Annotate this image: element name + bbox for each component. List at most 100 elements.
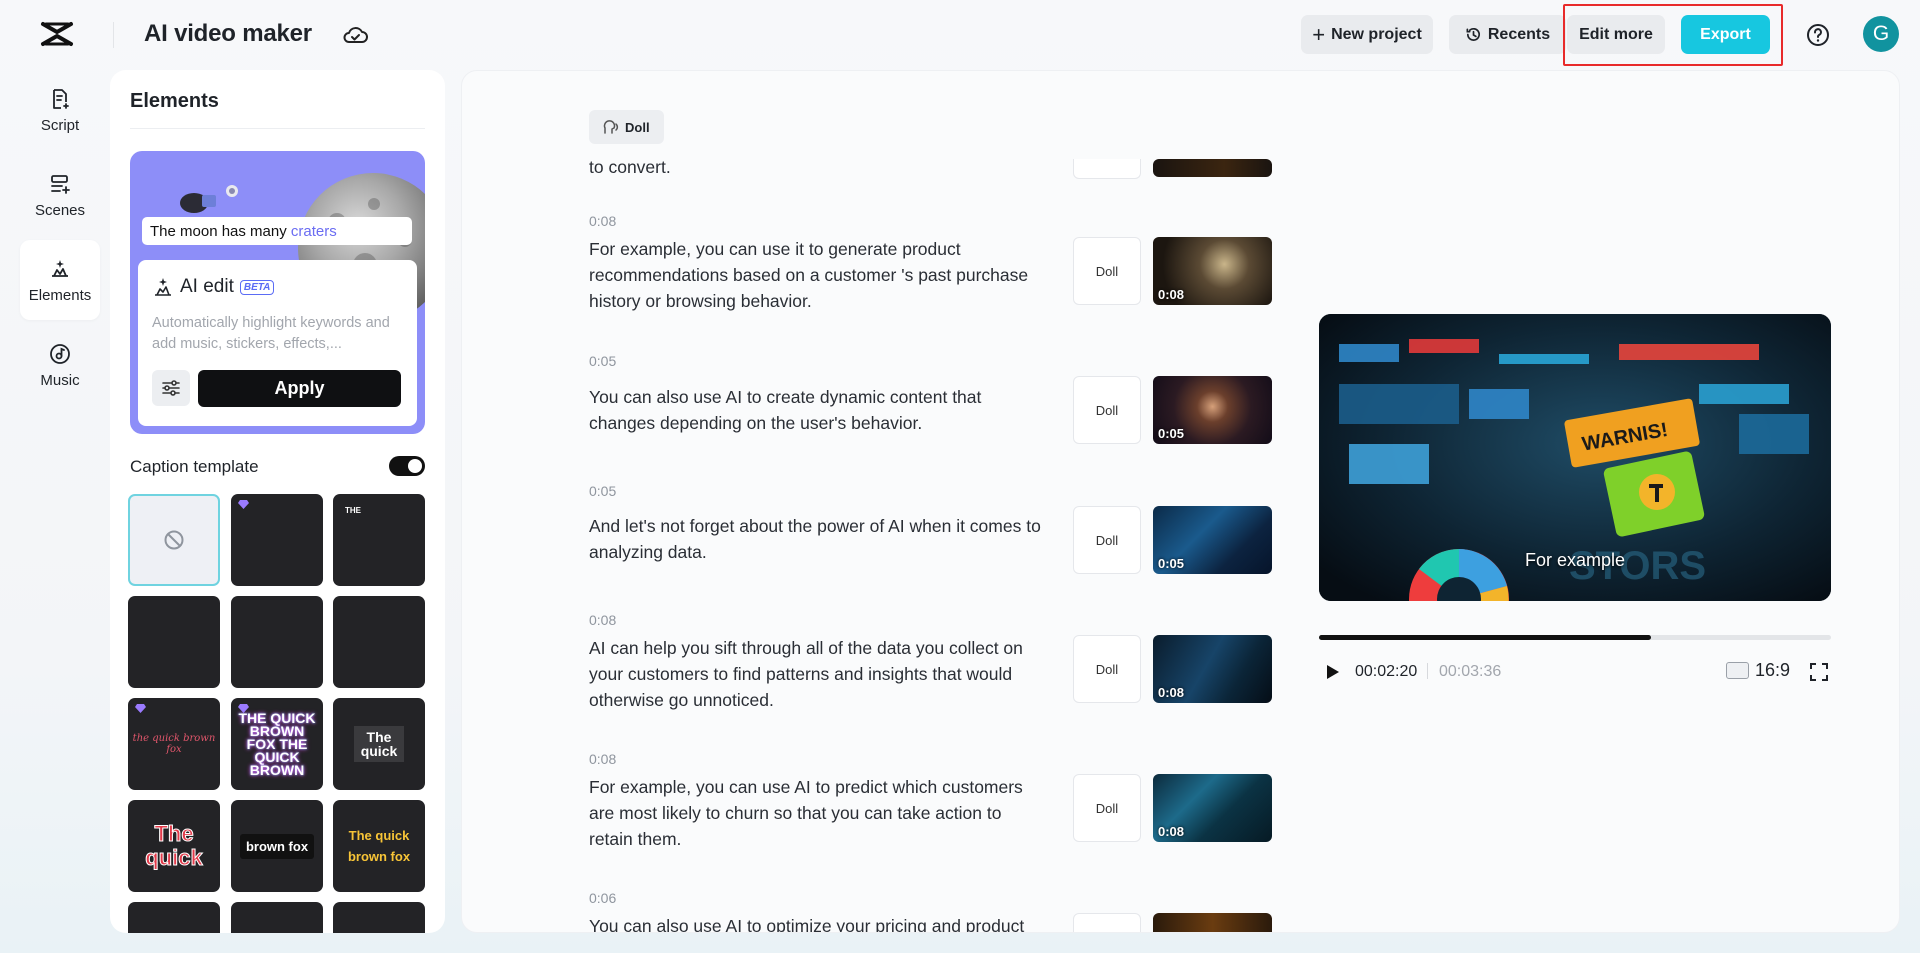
caption-template-item[interactable] (333, 902, 425, 933)
caption-template-toggle[interactable] (389, 456, 425, 476)
promo-caption: The moon has many craters (142, 217, 412, 245)
caption-template-label: Caption template (130, 457, 259, 476)
caption-template-item[interactable] (231, 596, 323, 688)
voice-box-partial[interactable] (1073, 159, 1141, 179)
rail-item-script[interactable]: Script (20, 70, 100, 150)
astronaut-icon (180, 185, 238, 213)
template-preview-text: The quick (145, 821, 203, 870)
caption-template-item[interactable]: The quick brown fox (333, 800, 425, 892)
promo-caption-highlight: craters (290, 223, 337, 240)
clock-history-icon (1466, 27, 1480, 41)
scenes-icon (51, 174, 70, 194)
preview-caption: For example (1524, 550, 1626, 570)
template-preview-text: THE (345, 506, 361, 515)
apply-button[interactable]: Apply (198, 370, 401, 407)
caption-template-item[interactable]: The quick (128, 800, 220, 892)
scene-text[interactable]: AI can help you sift through all of the … (589, 635, 1049, 713)
caption-template-item[interactable] (231, 494, 323, 586)
rail-label-scenes: Scenes (34, 201, 86, 219)
scene-voice-box[interactable]: Doll (1073, 774, 1141, 842)
scene-text[interactable]: And let's not forget about the power of … (589, 513, 1049, 565)
thumbnail-duration: 0:08 (1158, 824, 1185, 839)
playback-progress-bar[interactable] (1319, 635, 1831, 640)
music-icon (50, 343, 70, 364)
total-time: 00:03:36 (1439, 663, 1502, 680)
promo-caption-text: The moon has many (150, 223, 291, 240)
scene-thumbnail[interactable]: 0:08 (1153, 635, 1272, 703)
script-editor: Doll to convert. 0:08 For example, you c… (461, 70, 1900, 933)
ai-edit-settings-button[interactable] (152, 370, 190, 406)
caption-template-item[interactable] (231, 902, 323, 933)
caption-template-item[interactable]: The quick (333, 698, 425, 790)
caption-template-item[interactable]: the quick brown fox (128, 698, 220, 790)
rail-item-music[interactable]: Music (20, 325, 100, 405)
current-time: 00:02:20 (1355, 663, 1418, 680)
thumbnail-duration: 0:08 (1158, 287, 1185, 302)
scene-voice-box[interactable]: Doll (1073, 635, 1141, 703)
scene-thumbnail[interactable]: 0:05 (1153, 376, 1272, 444)
rail-item-scenes[interactable]: Scenes (20, 155, 100, 235)
ai-edit-header: AI edit BETA (152, 276, 275, 298)
cloud-sync-icon[interactable] (341, 22, 369, 48)
video-preview[interactable]: WARNIS! STORS For example (1319, 314, 1831, 601)
scene-text[interactable]: For example, you can use AI to predict w… (589, 774, 1049, 852)
new-project-label: New project (1331, 25, 1422, 43)
scene-thumbnail[interactable] (1153, 913, 1272, 932)
caption-template-item[interactable]: THE QUICK BROWN FOX THE QUICK BROWN (231, 698, 323, 790)
aspect-ratio-label: 16:9 (1755, 660, 1791, 680)
premium-gem-icon (135, 704, 146, 713)
sparkle-edit-icon (155, 278, 171, 296)
scene-voice-box[interactable] (1073, 913, 1141, 932)
panel-divider (130, 128, 425, 129)
play-icon[interactable] (1323, 663, 1341, 681)
template-preview-text: the quick brown fox (132, 733, 216, 755)
aspect-ratio-icon (1726, 662, 1749, 679)
scene-voice-box[interactable]: Doll (1073, 237, 1141, 305)
scene-duration: 0:05 (589, 483, 617, 499)
caption-template-item[interactable] (128, 596, 220, 688)
scene-voice-box[interactable]: Doll (1073, 376, 1141, 444)
scene-text[interactable]: You can also use AI to create dynamic co… (589, 384, 1049, 436)
plus-icon: + (1312, 21, 1326, 47)
caption-template-none[interactable] (128, 494, 220, 586)
edit-more-button[interactable]: Edit more (1567, 15, 1665, 54)
user-avatar[interactable]: G (1863, 16, 1899, 52)
recents-label: Recents (1487, 25, 1551, 43)
capcut-logo-icon[interactable] (40, 19, 74, 49)
scene-thumbnail[interactable]: 0:05 (1153, 506, 1272, 574)
thumbnail-duration: 0:05 (1158, 426, 1185, 441)
scene-duration: 0:05 (589, 353, 617, 369)
scene-thumbnail[interactable]: 0:08 (1153, 237, 1272, 305)
voice-selector[interactable]: Doll (589, 110, 664, 144)
template-preview-text: The quick brown fox (347, 828, 411, 864)
new-project-button[interactable]: + New project (1301, 15, 1433, 54)
caption-template-item[interactable]: brown fox (231, 800, 323, 892)
caption-template-item[interactable]: THE (333, 494, 425, 586)
rail-label-script: Script (40, 116, 80, 134)
template-preview-text: The quick (354, 726, 404, 762)
time-separator (1427, 663, 1428, 679)
template-preview-text: brown fox (239, 833, 315, 859)
beta-badge: BETA (239, 279, 275, 295)
scene-thumbnail-partial[interactable] (1153, 159, 1272, 177)
export-button[interactable]: Export (1681, 15, 1770, 54)
thumbnail-duration: 0:08 (1158, 685, 1185, 700)
scene-duration: 0:08 (589, 751, 617, 767)
script-icon (53, 88, 69, 109)
scene-thumbnail[interactable]: 0:08 (1153, 774, 1272, 842)
scene-text[interactable]: You can also use AI to optimize your pri… (589, 913, 1049, 932)
template-preview-text: THE QUICK BROWN FOX THE QUICK BROWN (238, 709, 316, 778)
scene-voice-box[interactable]: Doll (1073, 506, 1141, 574)
caption-template-item[interactable] (128, 902, 220, 933)
scene-duration: 0:08 (589, 612, 617, 628)
ai-edit-box: AI edit BETA Automatically highlight key… (138, 260, 417, 426)
caption-template-item[interactable] (333, 596, 425, 688)
recents-button[interactable]: Recents (1449, 15, 1566, 54)
scene-text-partial[interactable]: to convert. (589, 154, 1049, 176)
rail-item-elements[interactable]: Elements (20, 240, 100, 320)
aspect-ratio-selector[interactable]: 16:9 (1726, 660, 1790, 681)
help-icon[interactable] (1805, 22, 1831, 48)
header-divider (113, 22, 114, 48)
scene-text[interactable]: For example, you can use it to generate … (589, 236, 1049, 314)
fullscreen-icon[interactable] (1809, 662, 1829, 682)
